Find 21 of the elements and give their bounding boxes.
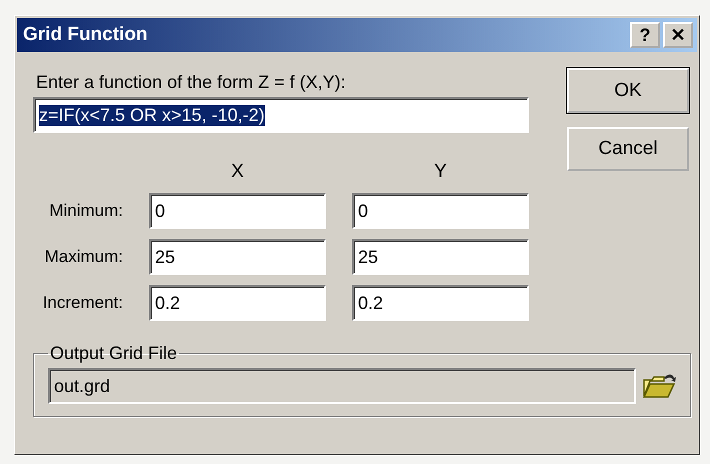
output-file-input[interactable]: out.grd <box>48 368 636 404</box>
close-button[interactable]: ✕ <box>663 22 693 48</box>
value-input[interactable]: 0 <box>352 193 529 229</box>
folder-icon[interactable] <box>642 372 676 400</box>
window-title: Grid Function <box>23 24 148 46</box>
column-header: Y <box>433 161 448 183</box>
value-input[interactable]: 0.2 <box>352 285 529 321</box>
value-input[interactable]: 0.2 <box>149 285 326 321</box>
help-button[interactable]: ? <box>630 22 660 48</box>
ok-button[interactable]: OK <box>567 68 689 113</box>
value-input[interactable]: 25 <box>352 239 529 275</box>
cancel-button[interactable]: Cancel <box>567 127 689 171</box>
value-input[interactable]: 0 <box>149 193 326 229</box>
row-label: Increment: <box>42 293 123 313</box>
row-label: Minimum: <box>48 201 123 221</box>
row-label: Maximum: <box>44 247 123 267</box>
value-input[interactable]: 25 <box>149 239 326 275</box>
function-label: Enter a function of the form Z = f (X,Y): <box>36 72 347 93</box>
group-legend: Output Grid File <box>48 343 180 364</box>
column-header: X <box>230 161 245 183</box>
function-input[interactable]: z=IF(x<7.5 OR x>15, -10,-2) <box>33 97 529 133</box>
